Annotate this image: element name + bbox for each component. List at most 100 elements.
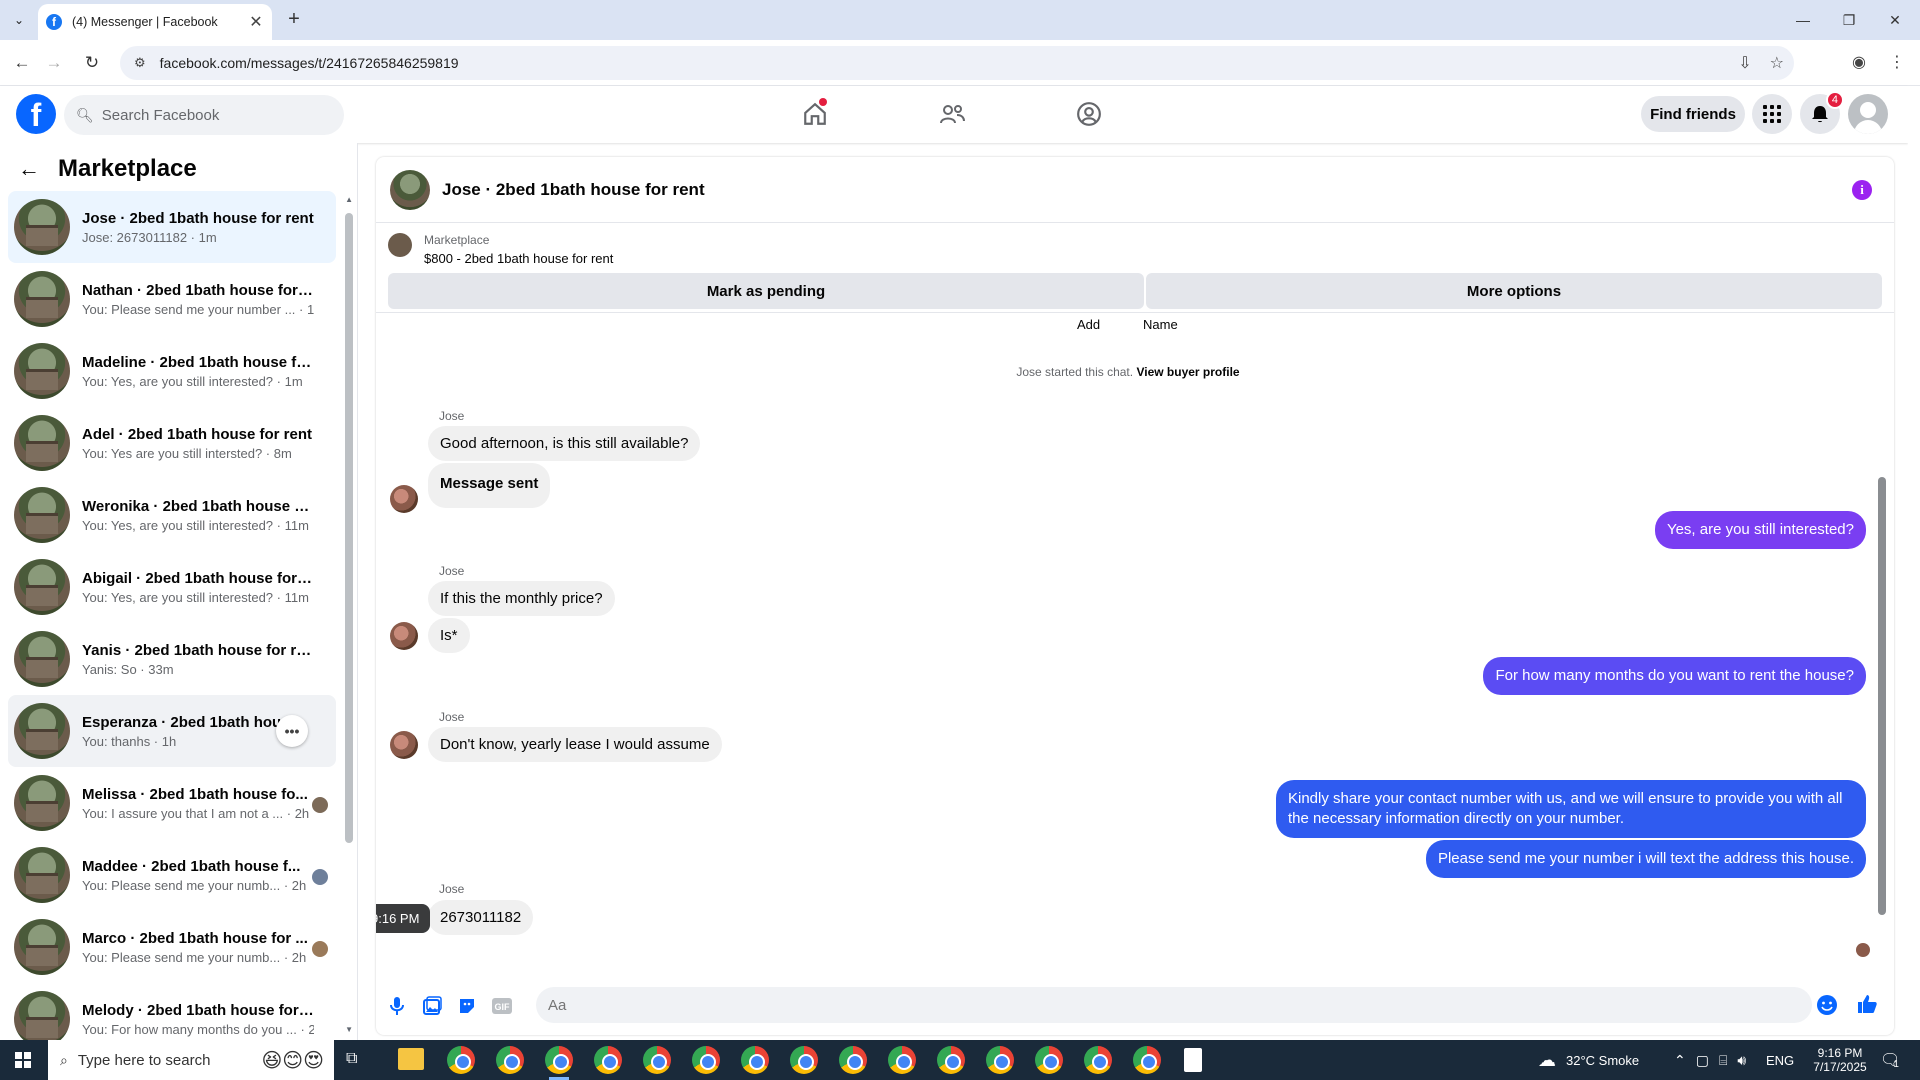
emoji-icon[interactable] <box>1816 994 1838 1016</box>
chrome-taskbar-icon[interactable] <box>790 1046 818 1074</box>
chrome-taskbar-icon[interactable] <box>643 1046 671 1074</box>
message-bubble-outgoing[interactable]: For how many months do you want to rent … <box>1483 657 1866 695</box>
window-close-button[interactable]: ✕ <box>1872 0 1918 40</box>
conversation-item[interactable]: Adel · 2bed 1bath house for rent You: Yes… <box>8 407 336 479</box>
chrome-taskbar-icon-active[interactable] <box>545 1046 573 1080</box>
clock[interactable]: 9:16 PM 7/17/2025 <box>1802 1040 1878 1080</box>
weather-widget[interactable]: ☁ 32°C Smoke <box>1538 1040 1639 1080</box>
message-bubble-outgoing[interactable]: Yes, are you still interested? <box>1654 511 1866 549</box>
sidebar-scroll-up-icon[interactable]: ▲ <box>345 195 353 204</box>
tab-search-dropdown-icon[interactable]: ⌄ <box>8 9 30 31</box>
add-label[interactable]: Add <box>1077 317 1100 332</box>
message-bubble-outgoing[interactable]: Please send me your number i will text t… <box>1425 840 1866 878</box>
task-view-icon[interactable]: ⧉ <box>346 1050 357 1068</box>
message-bubble-incoming[interactable]: Is* <box>428 618 470 653</box>
menu-grid-button[interactable] <box>1752 94 1792 134</box>
like-thumbs-up-icon[interactable] <box>1856 993 1878 1015</box>
tray-chevron-icon[interactable]: ⌃ <box>1674 1052 1686 1069</box>
bookmark-star-icon[interactable]: ☆ <box>1770 53 1784 73</box>
restore-button[interactable]: ❐ <box>1826 0 1872 40</box>
sidebar-scrollbar-thumb[interactable] <box>345 213 353 843</box>
browser-profile-icon[interactable]: ◉ <box>1848 52 1870 74</box>
new-tab-button[interactable]: + <box>282 8 306 32</box>
chat-scrollbar-thumb[interactable] <box>1878 477 1886 915</box>
message-input[interactable] <box>536 987 1812 1023</box>
chrome-taskbar-icon[interactable] <box>496 1046 524 1074</box>
account-avatar[interactable] <box>1848 94 1888 134</box>
document-taskbar-icon[interactable] <box>1184 1048 1202 1072</box>
profile-nav-button[interactable] <box>1069 96 1109 132</box>
language-indicator[interactable]: ENG <box>1766 1040 1794 1080</box>
info-icon[interactable]: i <box>1852 180 1872 200</box>
file-explorer-icon[interactable] <box>398 1048 424 1070</box>
conversation-item[interactable]: Weronika · 2bed 1bath house fo... You: Ye… <box>8 479 336 551</box>
conversation-item[interactable]: Marco · 2bed 1bath house for ... You: Ple… <box>8 911 336 983</box>
view-buyer-profile-link[interactable]: View buyer profile <box>1136 365 1239 379</box>
tab-close-icon[interactable]: ✕ <box>248 12 264 32</box>
chrome-taskbar-icon[interactable] <box>986 1046 1014 1074</box>
volume-icon[interactable]: 🔊︎ <box>1737 1052 1746 1069</box>
install-app-icon[interactable]: ⇩ <box>1738 53 1751 73</box>
browser-menu-icon[interactable]: ⋮ <box>1886 52 1908 74</box>
message-bubble-incoming[interactable]: Good afternoon, is this still available? <box>428 426 701 461</box>
chrome-taskbar-icon[interactable] <box>937 1046 965 1074</box>
chrome-taskbar-icon[interactable] <box>888 1046 916 1074</box>
message-bubble-incoming[interactable]: Don't know, yearly lease I would assume <box>428 727 722 762</box>
back-arrow-icon[interactable]: ← <box>18 156 40 182</box>
chrome-taskbar-icon[interactable] <box>839 1046 867 1074</box>
conversation-item[interactable]: Abigail · 2bed 1bath house for r... You: … <box>8 551 336 623</box>
browser-tab-active[interactable]: f (4) Messenger | Facebook ✕ <box>38 4 272 40</box>
home-nav-button[interactable] <box>795 96 835 132</box>
back-icon[interactable]: ← <box>10 51 34 75</box>
message-bubble-incoming[interactable]: 2673011182 <box>428 900 534 935</box>
address-bar[interactable]: ⚙ facebook.com/messages/t/24167265846259… <box>120 46 1794 80</box>
site-info-icon[interactable]: ⚙ <box>134 55 146 71</box>
sticker-icon[interactable] <box>456 995 478 1017</box>
minimize-button[interactable]: — <box>1780 0 1826 40</box>
microphone-icon[interactable] <box>386 995 408 1017</box>
more-options-button[interactable]: More options <box>1146 273 1882 309</box>
sender-avatar[interactable] <box>390 485 418 513</box>
conversation-item[interactable]: Maddee · 2bed 1bath house f... You: Pleas… <box>8 839 336 911</box>
mark-as-pending-button[interactable]: Mark as pending <box>388 273 1144 309</box>
chrome-taskbar-icon[interactable] <box>1084 1046 1112 1074</box>
notification-center-icon[interactable]: 🗨︎ 1 <box>1880 1040 1900 1080</box>
photo-icon[interactable] <box>421 995 443 1017</box>
start-button[interactable] <box>0 1040 46 1080</box>
network-icon[interactable]: ⌸ <box>1719 1052 1727 1069</box>
chrome-taskbar-icon[interactable] <box>1035 1046 1063 1074</box>
chrome-taskbar-icon[interactable] <box>692 1046 720 1074</box>
conversation-item[interactable]: Melody · 2bed 1bath house for r... You: F… <box>8 983 336 1040</box>
forward-icon[interactable]: → <box>42 51 66 75</box>
gif-icon[interactable]: GIF <box>491 995 513 1017</box>
conversation-item[interactable]: Nathan · 2bed 1bath house for r... You: P… <box>8 263 336 335</box>
conversation-item[interactable]: Esperanza · 2bed 1bath hous... You: thanh… <box>8 695 336 767</box>
friends-nav-button[interactable] <box>932 96 972 132</box>
conversation-item[interactable]: Yanis · 2bed 1bath house for rent Yanis: … <box>8 623 336 695</box>
sidebar-scroll-down-icon[interactable]: ▼ <box>345 1025 353 1034</box>
name-label[interactable]: Name <box>1143 317 1178 332</box>
page-scrollbar[interactable] <box>1908 86 1920 1040</box>
taskbar-search-input[interactable]: ⌕ Type here to search 😆😊😍 <box>48 1040 334 1080</box>
chrome-taskbar-icon[interactable] <box>1133 1046 1161 1074</box>
conversation-item[interactable]: Madeline · 2bed 1bath house for... You: Y… <box>8 335 336 407</box>
message-bubble-outgoing[interactable]: Kindly share your contact number with us… <box>1276 780 1866 838</box>
listing-thumbnail[interactable] <box>388 233 412 257</box>
chrome-taskbar-icon[interactable] <box>594 1046 622 1074</box>
reload-icon[interactable]: ↻ <box>80 51 104 75</box>
chat-title[interactable]: Jose · 2bed 1bath house for rent <box>442 180 705 200</box>
sender-avatar[interactable] <box>390 731 418 759</box>
notifications-button[interactable]: 4 <box>1800 91 1844 134</box>
facebook-logo-icon[interactable]: f <box>16 94 56 134</box>
chrome-taskbar-icon[interactable] <box>741 1046 769 1074</box>
message-bubble-incoming[interactable]: If this the monthly price? <box>428 581 615 616</box>
find-friends-button[interactable]: Find friends <box>1641 96 1745 132</box>
chrome-taskbar-icon[interactable] <box>447 1046 475 1074</box>
facebook-search-input[interactable]: 🔍︎ Search Facebook <box>64 95 344 135</box>
more-options-icon[interactable]: ••• <box>276 715 308 747</box>
conversation-item[interactable]: Melissa · 2bed 1bath house fo... You: I a… <box>8 767 336 839</box>
conversation-item[interactable]: Jose · 2bed 1bath house for rent Jose: 26… <box>8 191 336 263</box>
sender-avatar[interactable] <box>390 622 418 650</box>
chat-avatar[interactable] <box>390 169 430 210</box>
message-bubble-incoming[interactable]: Message sent <box>428 463 551 508</box>
